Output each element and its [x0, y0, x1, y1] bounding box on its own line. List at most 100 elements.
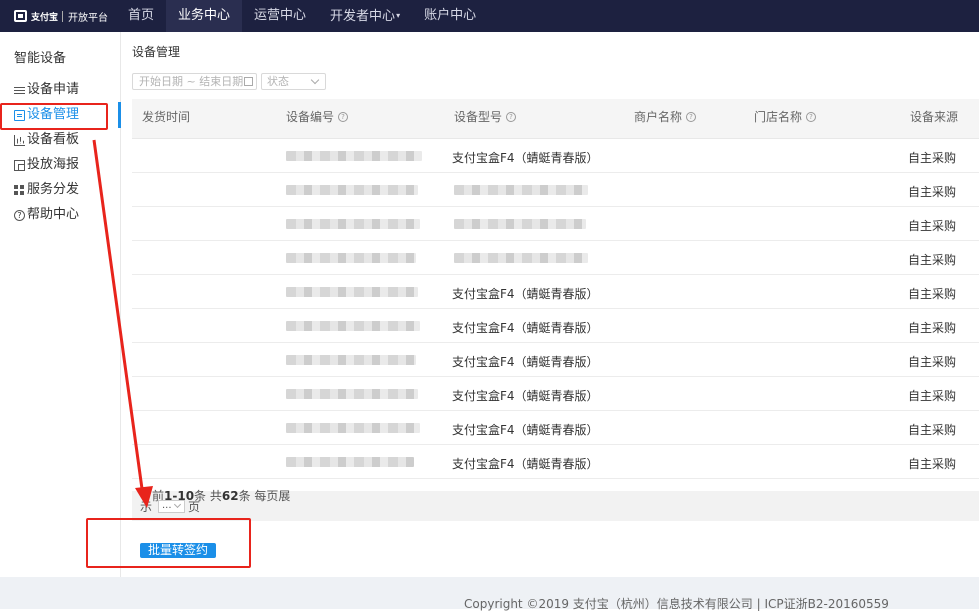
chevron-down-icon: [173, 500, 182, 509]
redacted-device-no: [286, 355, 416, 365]
cell-model: 支付宝盒F4（蜻蜓青春版）: [452, 287, 599, 301]
annotation-highlight-box: [86, 518, 251, 568]
sidebar-item-device-apply[interactable]: 设备申请: [14, 80, 79, 100]
column-header-label: 发货时间: [142, 110, 191, 124]
chevron-down-icon: ▾: [396, 11, 401, 20]
table-header: 发货时间 设备编号? 设备型号? 商户名称? 门店名称? 设备来源: [132, 99, 979, 139]
cell-model: 支付宝盒F4（蜻蜓青春版）: [452, 457, 599, 471]
status-placeholder: 状态: [267, 75, 289, 88]
nav-item-operation-center[interactable]: 运营中心: [242, 0, 318, 32]
redacted-device-no: [286, 219, 420, 229]
cell-source: 自主采购: [908, 423, 957, 437]
logo-subtitle: 开放平台: [68, 12, 109, 24]
table-row: 支付宝盒F4（蜻蜓青春版） 自主采购: [132, 377, 979, 411]
date-range-picker[interactable]: 开始日期 ~ 结束日期: [132, 73, 257, 90]
sidebar-title: 智能设备: [14, 51, 67, 66]
nav-item-developer-center[interactable]: 开发者中心▾: [318, 0, 412, 32]
device-table: 发货时间 设备编号? 设备型号? 商户名称? 门店名称? 设备来源 支付宝盒F4…: [132, 99, 979, 479]
question-icon[interactable]: ?: [338, 111, 349, 122]
column-header-merchant: 商户名称?: [634, 108, 697, 125]
sidebar-item-label: 服务分发: [27, 182, 80, 197]
table-row: 支付宝盒F4（蜻蜓青春版） 自主采购: [132, 411, 979, 445]
pagination-text: 条 每页展: [238, 489, 291, 503]
alipay-logo-icon: [14, 10, 27, 22]
question-icon[interactable]: ?: [806, 111, 817, 122]
cell-source: 自主采购: [908, 389, 957, 403]
table-body: 支付宝盒F4（蜻蜓青春版） 自主采购 自主采购 自主采购 自主采购 支付宝盒F4（蜻蜓青春…: [132, 139, 979, 479]
calendar-icon: [244, 77, 253, 86]
logo-brand: 支付宝: [31, 12, 59, 23]
redacted-model: [454, 253, 588, 263]
main-content: 设备管理 开始日期 ~ 结束日期 状态 发货时间 设备编号? 设备型号? 商户名…: [122, 32, 979, 577]
column-header-label: 商户名称: [634, 110, 683, 124]
column-header-label: 门店名称: [754, 110, 803, 124]
question-icon[interactable]: ?: [506, 111, 517, 122]
cell-source: 自主采购: [908, 321, 957, 335]
status-select[interactable]: 状态: [261, 73, 326, 90]
main-nav: 首页 业务中心 运营中心 开发者中心▾ 账户中心: [116, 0, 488, 32]
column-header-label: 设备型号: [454, 110, 503, 124]
column-header-model: 设备型号?: [454, 108, 517, 125]
logo-divider: [62, 10, 64, 22]
poster-icon: [14, 159, 25, 171]
logo[interactable]: 支付宝 开放平台: [14, 9, 109, 24]
sidebar-active-indicator: [118, 102, 121, 128]
table-row: 支付宝盒F4（蜻蜓青春版） 自主采购: [132, 275, 979, 309]
column-header-device-no: 设备编号?: [286, 108, 349, 125]
footer: Copyright ©2019 支付宝（杭州）信息技术有限公司 | ICP证浙B…: [0, 577, 979, 611]
page-size-value: ...: [162, 500, 172, 511]
sidebar-item-label: 设备看板: [27, 132, 80, 147]
question-icon[interactable]: ?: [686, 111, 697, 122]
page-title: 设备管理: [132, 45, 181, 59]
sidebar-item-label: 帮助中心: [27, 207, 80, 222]
nav-item-account-center[interactable]: 账户中心: [412, 0, 488, 32]
redacted-device-no: [286, 321, 420, 331]
pagination: 前1-10条 共62条 每页展 示 ... 页: [132, 489, 979, 521]
table-row: 自主采购: [132, 173, 979, 207]
redacted-device-no: [286, 457, 414, 467]
sidebar-item-device-board[interactable]: 设备看板: [14, 130, 79, 150]
pagination-text: 示: [140, 500, 153, 514]
sidebar-item-service-distribution[interactable]: 服务分发: [14, 180, 79, 200]
cell-source: 自主采购: [908, 287, 957, 301]
cell-source: 自主采购: [908, 185, 957, 199]
cell-source: 自主采购: [908, 151, 957, 165]
cell-model: 支付宝盒F4（蜻蜓青春版）: [452, 151, 599, 165]
redacted-device-no: [286, 389, 418, 399]
redacted-device-no: [286, 185, 418, 195]
grid-icon: [14, 184, 25, 196]
sidebar-item-poster[interactable]: 投放海报: [14, 155, 79, 175]
list-icon: [14, 85, 25, 96]
column-header-source: 设备来源: [910, 108, 958, 125]
redacted-device-no: [286, 151, 422, 161]
pagination-total: 62: [221, 489, 239, 503]
table-row: 自主采购: [132, 207, 979, 241]
table-row: 支付宝盒F4（蜻蜓青春版） 自主采购: [132, 445, 979, 479]
copyright-text: Copyright ©2019 支付宝（杭州）信息技术有限公司 | ICP证浙B…: [464, 597, 889, 611]
column-header-store: 门店名称?: [754, 108, 817, 125]
page-size-select[interactable]: ...: [158, 500, 185, 513]
redacted-model: [454, 219, 586, 229]
table-row: 支付宝盒F4（蜻蜓青春版） 自主采购: [132, 139, 979, 173]
nav-item-label: 开发者中心: [330, 9, 396, 24]
cell-model: 支付宝盒F4（蜻蜓青春版）: [452, 321, 599, 335]
table-row: 自主采购: [132, 241, 979, 275]
nav-item-label: 首页: [128, 8, 155, 23]
nav-item-business-center[interactable]: 业务中心: [166, 0, 243, 32]
pagination-suffix: 页: [188, 500, 201, 514]
table-row: 支付宝盒F4（蜻蜓青春版） 自主采购: [132, 309, 979, 343]
redacted-model: [454, 185, 588, 195]
sidebar-item-label: 投放海报: [27, 157, 80, 172]
cell-source: 自主采购: [908, 253, 957, 267]
table-row: 支付宝盒F4（蜻蜓青春版） 自主采购: [132, 343, 979, 377]
cell-model: 支付宝盒F4（蜻蜓青春版）: [452, 355, 599, 369]
column-header-ship-time: 发货时间: [142, 108, 190, 125]
nav-item-home[interactable]: 首页: [116, 0, 166, 32]
column-header-label: 设备编号: [286, 110, 335, 124]
sidebar-item-help-center[interactable]: ? 帮助中心: [14, 205, 79, 225]
date-range-placeholder: 开始日期 ~ 结束日期: [139, 75, 244, 88]
annotation-highlight-box: [0, 103, 108, 130]
nav-item-label: 业务中心: [178, 8, 231, 23]
bar-chart-icon: [14, 134, 25, 146]
column-header-label: 设备来源: [910, 110, 959, 124]
